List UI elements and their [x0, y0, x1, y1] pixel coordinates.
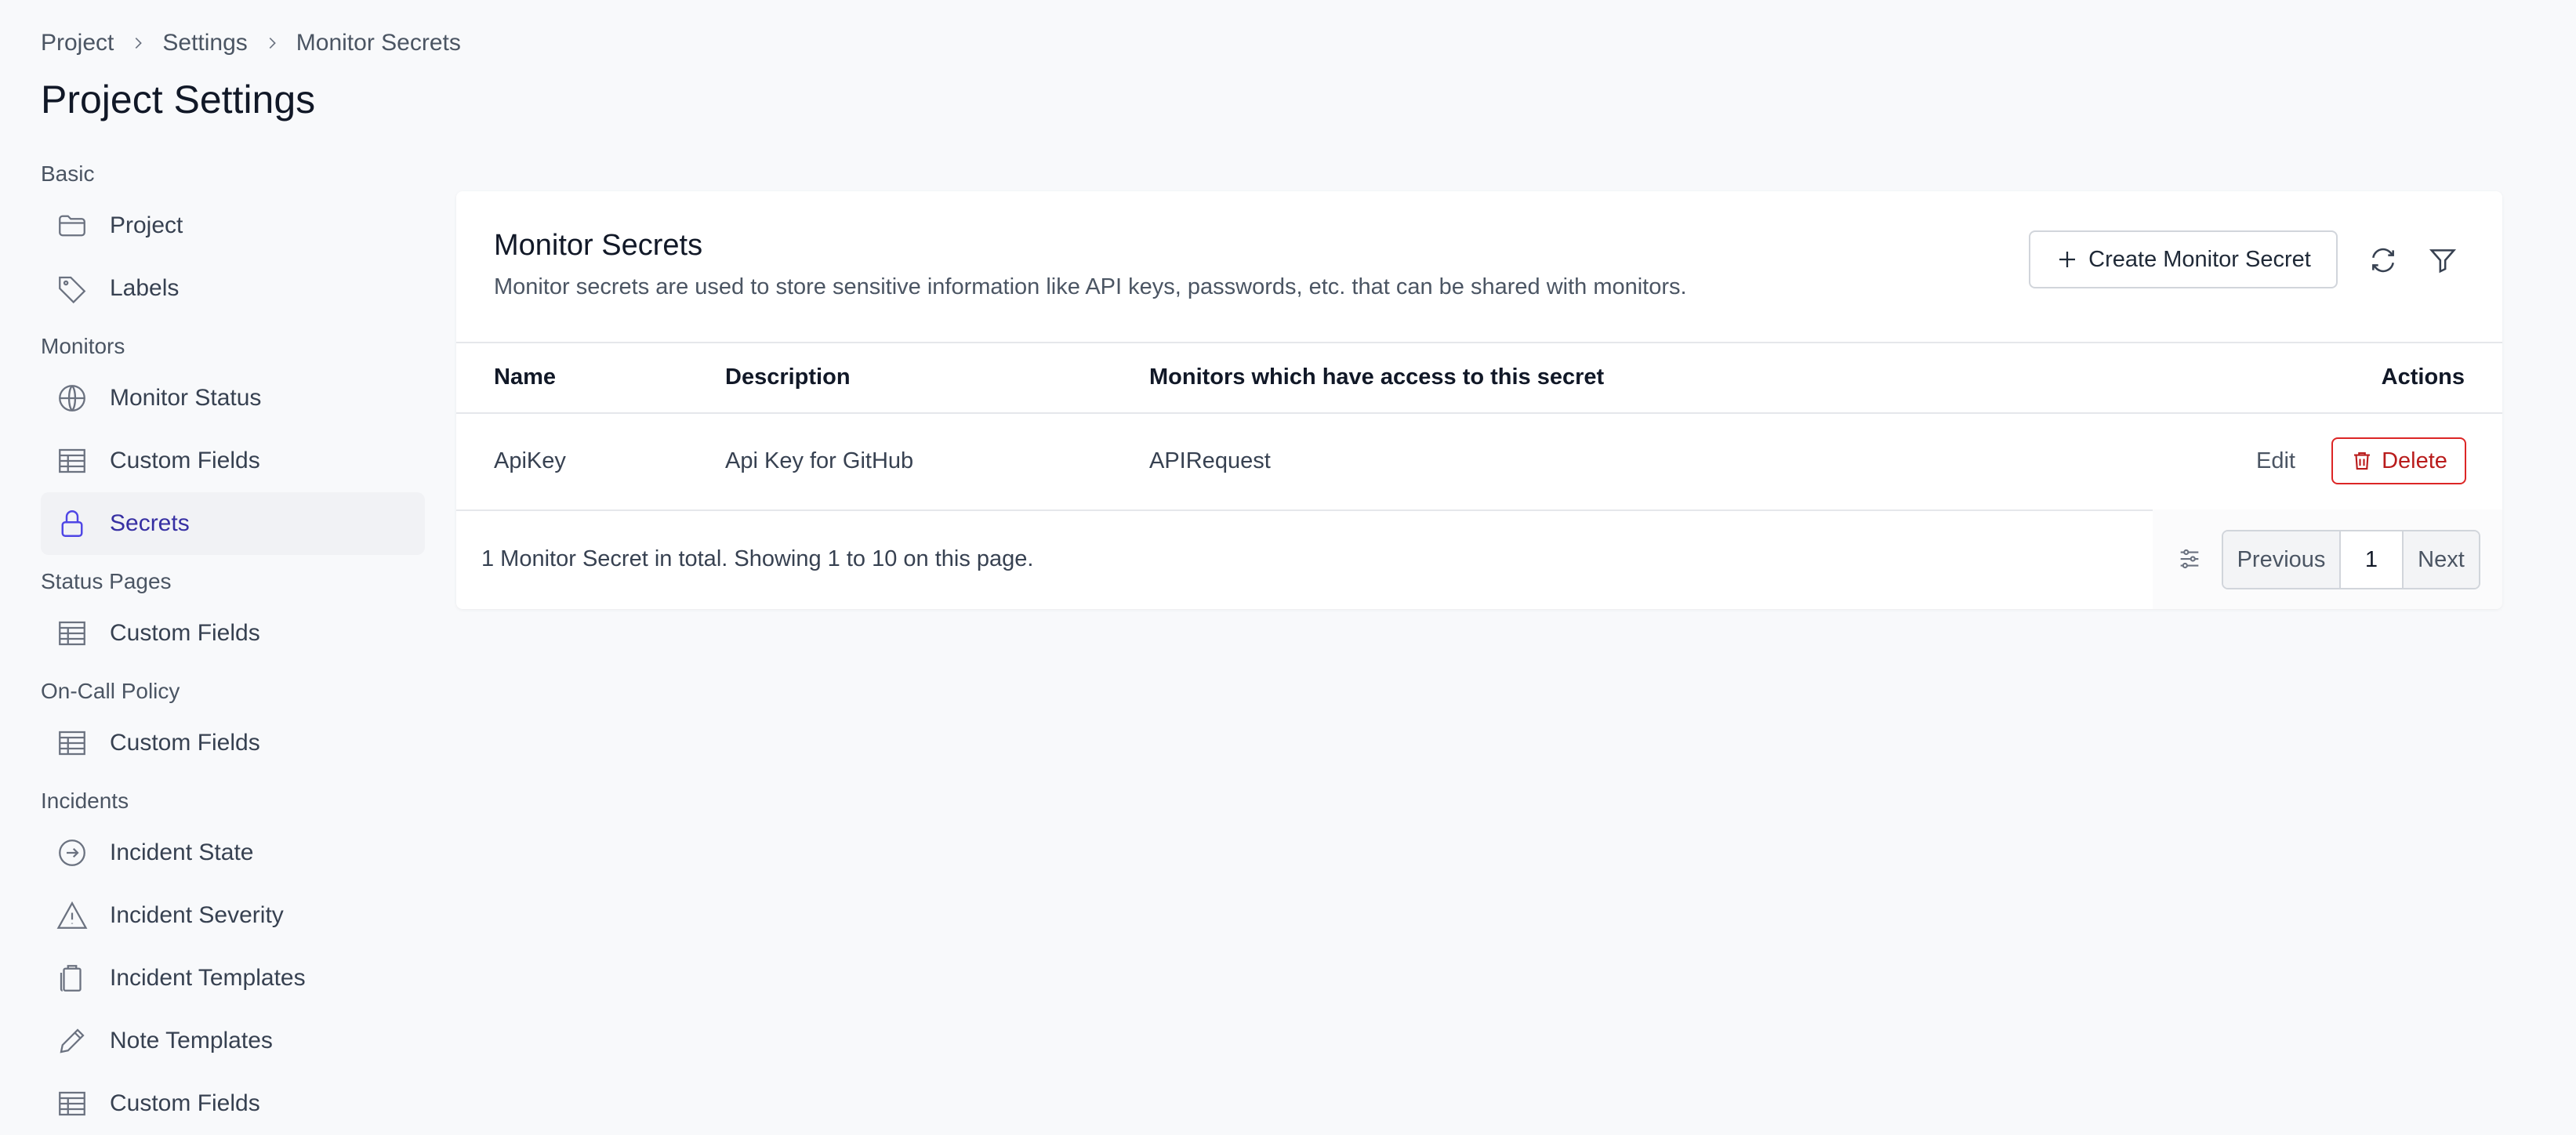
column-header-description[interactable]: Description [725, 342, 851, 412]
warning-icon [55, 898, 89, 933]
table-icon [55, 1086, 89, 1121]
table-icon [55, 726, 89, 760]
sidebar-item-label: Project [110, 212, 183, 238]
current-page-button[interactable]: 1 [2341, 531, 2404, 588]
sidebar-item-label: Labels [110, 275, 180, 301]
sidebar-item-label: Incident State [110, 839, 254, 865]
table-icon [55, 444, 89, 478]
lock-icon [55, 506, 89, 541]
sidebar-item-incident-severity[interactable]: Incident Severity [41, 884, 425, 947]
cell-monitors: APIRequest [1149, 448, 1271, 473]
sidebar-item-label: Note Templates [110, 1028, 273, 1053]
sidebar-item-incident-templates[interactable]: Incident Templates [41, 947, 425, 1010]
sidebar-item-label: Incident Templates [110, 965, 306, 991]
sidebar-item-note-templates[interactable]: Note Templates [41, 1010, 425, 1072]
cell-description: Api Key for GitHub [725, 448, 914, 473]
sidebar-item-monitor-status[interactable]: Monitor Status [41, 367, 425, 430]
sidebar: Basic Project Labels Monitors Monitor St… [41, 154, 425, 1135]
sidebar-item-label: Custom Fields [110, 448, 260, 473]
delete-button[interactable]: Delete [2331, 437, 2466, 484]
sidebar-section-incidents: Incidents [41, 789, 129, 813]
next-page-button[interactable]: Next [2404, 531, 2479, 588]
sidebar-item-label: Monitor Status [110, 385, 262, 411]
sidebar-section-status-pages: Status Pages [41, 569, 172, 593]
trash-icon [2350, 449, 2374, 473]
sidebar-item-label: Custom Fields [110, 730, 260, 756]
table-footer: 1 Monitor Secret in total. Showing 1 to … [456, 509, 2502, 609]
pagination: Previous 1 Next [2222, 530, 2480, 589]
chevron-right-icon [125, 30, 151, 56]
pagination-summary: 1 Monitor Secret in total. Showing 1 to … [481, 546, 1034, 571]
plus-icon [2055, 248, 2079, 271]
sidebar-item-label: Custom Fields [110, 1090, 260, 1116]
sidebar-item-status-page-custom-fields[interactable]: Custom Fields [41, 602, 425, 665]
delete-button-label: Delete [2382, 448, 2447, 473]
breadcrumb-monitor-secrets[interactable]: Monitor Secrets [296, 30, 461, 56]
globe-icon [55, 381, 89, 415]
card-header: Monitor Secrets Monitor secrets are used… [456, 191, 2502, 343]
monitor-secrets-card: Monitor Secrets Monitor secrets are used… [456, 191, 2502, 609]
table-header: Name Description Monitors which have acc… [456, 342, 2502, 414]
sidebar-item-monitor-custom-fields[interactable]: Custom Fields [41, 430, 425, 492]
sidebar-item-label: Secrets [110, 510, 190, 536]
create-monitor-secret-button[interactable]: Create Monitor Secret [2029, 230, 2338, 288]
column-header-name[interactable]: Name [494, 342, 556, 412]
previous-page-button[interactable]: Previous [2223, 531, 2341, 588]
adjustments-icon[interactable] [2171, 541, 2208, 577]
sidebar-section-monitors: Monitors [41, 334, 125, 358]
cell-name: ApiKey [494, 448, 566, 473]
edit-button[interactable]: Edit [2256, 412, 2295, 509]
sidebar-item-label: Incident Severity [110, 902, 284, 928]
sidebar-section-basic: Basic [41, 161, 95, 186]
sidebar-item-label: Custom Fields [110, 620, 260, 646]
sidebar-item-incident-state[interactable]: Incident State [41, 821, 425, 884]
tag-icon [55, 271, 89, 306]
sidebar-section-on-call-policy: On-Call Policy [41, 679, 180, 703]
folder-icon [55, 209, 89, 243]
clipboard-icon [55, 961, 89, 995]
pencil-icon [55, 1024, 89, 1058]
sidebar-item-incident-custom-fields[interactable]: Custom Fields [41, 1072, 425, 1135]
chevron-right-icon [259, 30, 285, 56]
arrow-circle-icon [55, 836, 89, 870]
column-header-monitors[interactable]: Monitors which have access to this secre… [1149, 342, 1604, 412]
breadcrumb: Project Settings Monitor Secrets [41, 30, 461, 56]
column-header-actions: Actions [2381, 364, 2465, 390]
table-row: ApiKey Api Key for GitHub APIRequest Edi… [456, 412, 2502, 511]
create-button-label: Create Monitor Secret [2088, 246, 2311, 272]
breadcrumb-project[interactable]: Project [41, 30, 114, 56]
refresh-icon[interactable] [2364, 241, 2402, 279]
sidebar-item-on-call-custom-fields[interactable]: Custom Fields [41, 712, 425, 774]
filter-icon[interactable] [2424, 241, 2462, 279]
breadcrumb-settings[interactable]: Settings [162, 30, 247, 56]
sidebar-item-project[interactable]: Project [41, 194, 425, 257]
table-icon [55, 616, 89, 651]
card-description: Monitor secrets are used to store sensit… [494, 274, 1687, 299]
sidebar-item-labels[interactable]: Labels [41, 257, 425, 320]
card-title: Monitor Secrets [494, 229, 703, 262]
page-title: Project Settings [41, 78, 316, 121]
sidebar-item-secrets[interactable]: Secrets [41, 492, 425, 555]
